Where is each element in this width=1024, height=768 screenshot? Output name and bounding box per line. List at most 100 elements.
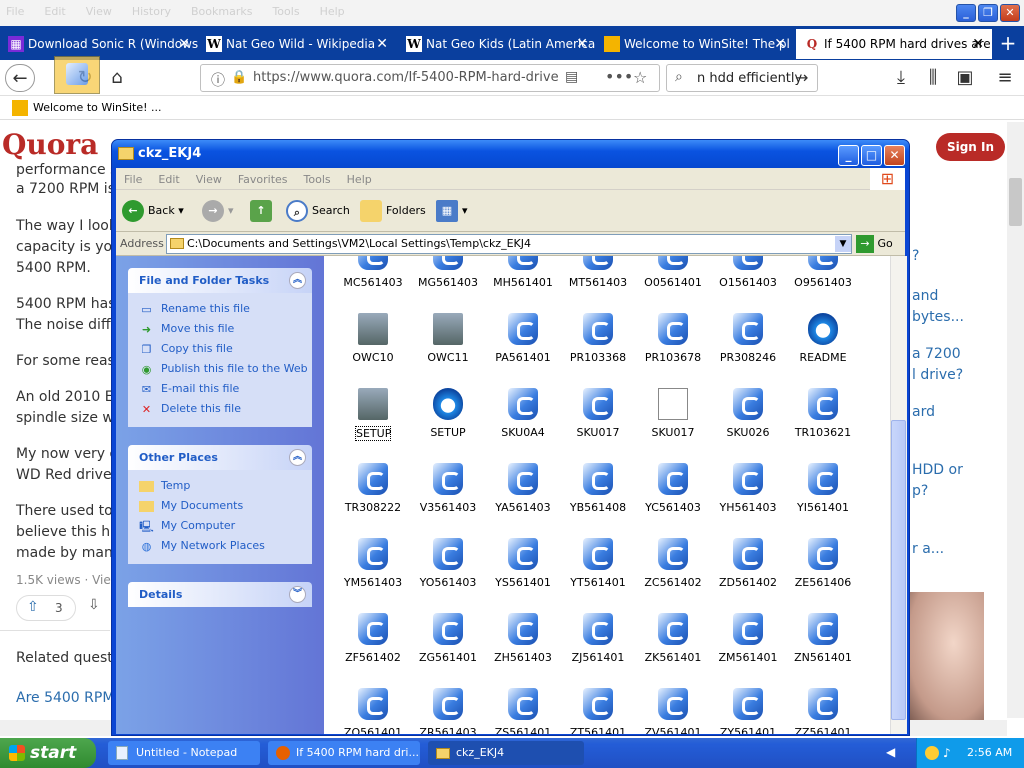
- bookmark-winsite[interactable]: Welcome to WinSite! ...: [33, 101, 162, 114]
- file-list[interactable]: MC561403 MG561403 MH561401 MT561403 O0561401…: [324, 256, 890, 734]
- task-copy[interactable]: ❐ Copy this file: [139, 339, 312, 359]
- sidebar-link[interactable]: p?: [912, 483, 928, 499]
- file-item[interactable]: ZG561401: [411, 609, 485, 684]
- sidebar-link[interactable]: bytes...: [912, 309, 964, 325]
- back-button[interactable]: ← Back ▾: [122, 198, 184, 224]
- tab-natgeo-wild[interactable]: W Nat Geo Wild - Wikipedia ✕: [198, 29, 396, 59]
- panel-header[interactable]: File and Folder Tasks ︽: [128, 268, 312, 293]
- explorer-window[interactable]: ckz_EKJ4 _ □ ✕ File Edit View Favorites Tool…: [111, 139, 910, 736]
- menu-tools[interactable]: Tools: [296, 168, 339, 186]
- file-item[interactable]: ZY561401: [711, 684, 785, 734]
- back-button[interactable]: ←: [5, 64, 35, 92]
- file-item[interactable]: SETUP: [411, 384, 485, 459]
- file-item[interactable]: YH561403: [711, 459, 785, 534]
- close-tab-icon[interactable]: ✕: [972, 29, 984, 59]
- task-email[interactable]: ✉ E-mail this file: [139, 379, 312, 399]
- page-actions-icon[interactable]: •••: [605, 67, 633, 86]
- menu-help[interactable]: Help: [320, 5, 345, 18]
- file-item[interactable]: SETUP: [336, 384, 410, 459]
- file-item[interactable]: YA561403: [486, 459, 560, 534]
- clock[interactable]: 2:56 AM: [967, 738, 1012, 768]
- page-scrollbar[interactable]: [1007, 122, 1024, 718]
- hamburger-menu-icon[interactable]: ≡: [990, 64, 1020, 92]
- close-tab-icon[interactable]: ✕: [178, 29, 190, 59]
- home-button[interactable]: ⌂: [102, 64, 132, 92]
- forward-button[interactable]: → ▾: [202, 198, 234, 224]
- file-item[interactable]: O9561403: [786, 256, 860, 309]
- file-item[interactable]: SKU026: [711, 384, 785, 459]
- lock-icon[interactable]: 🔒: [231, 70, 247, 85]
- file-item[interactable]: PA561401: [486, 309, 560, 384]
- file-item[interactable]: ZS561401: [486, 684, 560, 734]
- task-rename[interactable]: ▭ Rename this file: [139, 299, 312, 319]
- tab-winsite[interactable]: Welcome to WinSite! The pl ✕: [596, 29, 794, 59]
- file-item[interactable]: YB561408: [561, 459, 635, 534]
- sidebar-icon[interactable]: ▣: [950, 64, 980, 92]
- task-publish[interactable]: ◉ Publish this file to the Web: [139, 359, 312, 379]
- file-item[interactable]: ZT561401: [561, 684, 635, 734]
- file-item[interactable]: YC561403: [636, 459, 710, 534]
- task-notepad[interactable]: Untitled - Notepad: [108, 741, 260, 765]
- folders-button[interactable]: Folders: [360, 198, 426, 224]
- file-item[interactable]: ZJ561401: [561, 609, 635, 684]
- file-item[interactable]: YT561401: [561, 534, 635, 609]
- file-item[interactable]: SKU0A4: [486, 384, 560, 459]
- sidebar-link[interactable]: l drive?: [912, 367, 963, 383]
- search-bar[interactable]: ⌕ n hdd efficiently →: [666, 64, 818, 92]
- tray-status-icon[interactable]: [925, 746, 939, 760]
- tab-quora[interactable]: Q If 5400 RPM hard drives are ✕: [796, 29, 992, 59]
- file-item[interactable]: ZN561401: [786, 609, 860, 684]
- task-explorer[interactable]: ckz_EKJ4: [428, 741, 584, 765]
- file-item[interactable]: ZK561401: [636, 609, 710, 684]
- up-folder-button[interactable]: ↑: [250, 198, 276, 224]
- menu-bookmarks[interactable]: Bookmarks: [191, 5, 252, 18]
- search-button[interactable]: ⌕ Search: [286, 198, 350, 224]
- browser-close-button[interactable]: ✕: [1000, 4, 1020, 22]
- file-item[interactable]: MG561403: [411, 256, 485, 309]
- browser-restore-button[interactable]: ❐: [978, 4, 998, 22]
- file-item[interactable]: YO561403: [411, 534, 485, 609]
- file-item[interactable]: OWC11: [411, 309, 485, 384]
- search-go-icon[interactable]: →: [795, 68, 808, 87]
- close-tab-icon[interactable]: ✕: [774, 29, 786, 59]
- sidebar-link[interactable]: HDD or: [912, 462, 963, 478]
- quora-logo[interactable]: Quora: [2, 128, 98, 161]
- place-my-computer[interactable]: 🖳 My Computer: [139, 516, 312, 536]
- file-item[interactable]: O1561403: [711, 256, 785, 309]
- file-item[interactable]: YS561401: [486, 534, 560, 609]
- file-item[interactable]: ZV561401: [636, 684, 710, 734]
- place-my-network[interactable]: ◍ My Network Places: [139, 536, 312, 556]
- explorer-minimize-button[interactable]: _: [838, 145, 859, 166]
- panel-header[interactable]: Details ︾: [128, 582, 312, 607]
- tab-sonic[interactable]: ▦ Download Sonic R (Windows ✕: [0, 29, 198, 59]
- file-item[interactable]: PR103368: [561, 309, 635, 384]
- task-delete[interactable]: ✕ Delete this file: [139, 399, 312, 419]
- new-tab-button[interactable]: +: [996, 29, 1020, 59]
- task-move[interactable]: ➜ Move this file: [139, 319, 312, 339]
- related-question-link[interactable]: Are 5400 RPM: [16, 688, 114, 709]
- menu-view[interactable]: View: [188, 168, 230, 186]
- close-tab-icon[interactable]: ✕: [576, 29, 588, 59]
- panel-header[interactable]: Other Places ︽: [128, 445, 312, 470]
- file-item[interactable]: PR308246: [711, 309, 785, 384]
- address-bar[interactable]: ⓘ 🔒 https://www.quora.com/If-5400-RPM-ha…: [200, 64, 660, 92]
- file-item[interactable]: TR308222: [336, 459, 410, 534]
- file-item[interactable]: YI561401: [786, 459, 860, 534]
- file-item[interactable]: MH561401: [486, 256, 560, 309]
- tab-natgeo-kids[interactable]: W Nat Geo Kids (Latin America ✕: [398, 29, 596, 59]
- collapse-icon[interactable]: ︽: [289, 272, 306, 289]
- collapse-icon[interactable]: ︽: [289, 449, 306, 466]
- file-item[interactable]: ZZ561401: [786, 684, 860, 734]
- reader-view-icon[interactable]: ▤: [565, 69, 578, 85]
- start-button[interactable]: start: [0, 738, 96, 768]
- place-my-documents[interactable]: My Documents: [139, 496, 312, 516]
- menu-file[interactable]: File: [6, 5, 24, 18]
- download-icon[interactable]: ⤓: [886, 64, 916, 92]
- browser-minimize-button[interactable]: _: [956, 4, 976, 22]
- dropdown-arrow-icon[interactable]: ▼: [835, 236, 851, 252]
- menu-tools[interactable]: Tools: [272, 5, 299, 18]
- close-tab-icon[interactable]: ✕: [376, 29, 388, 59]
- menu-history[interactable]: History: [132, 5, 171, 18]
- task-firefox[interactable]: If 5400 RPM hard dri...: [268, 741, 420, 765]
- file-item[interactable]: ZH561403: [486, 609, 560, 684]
